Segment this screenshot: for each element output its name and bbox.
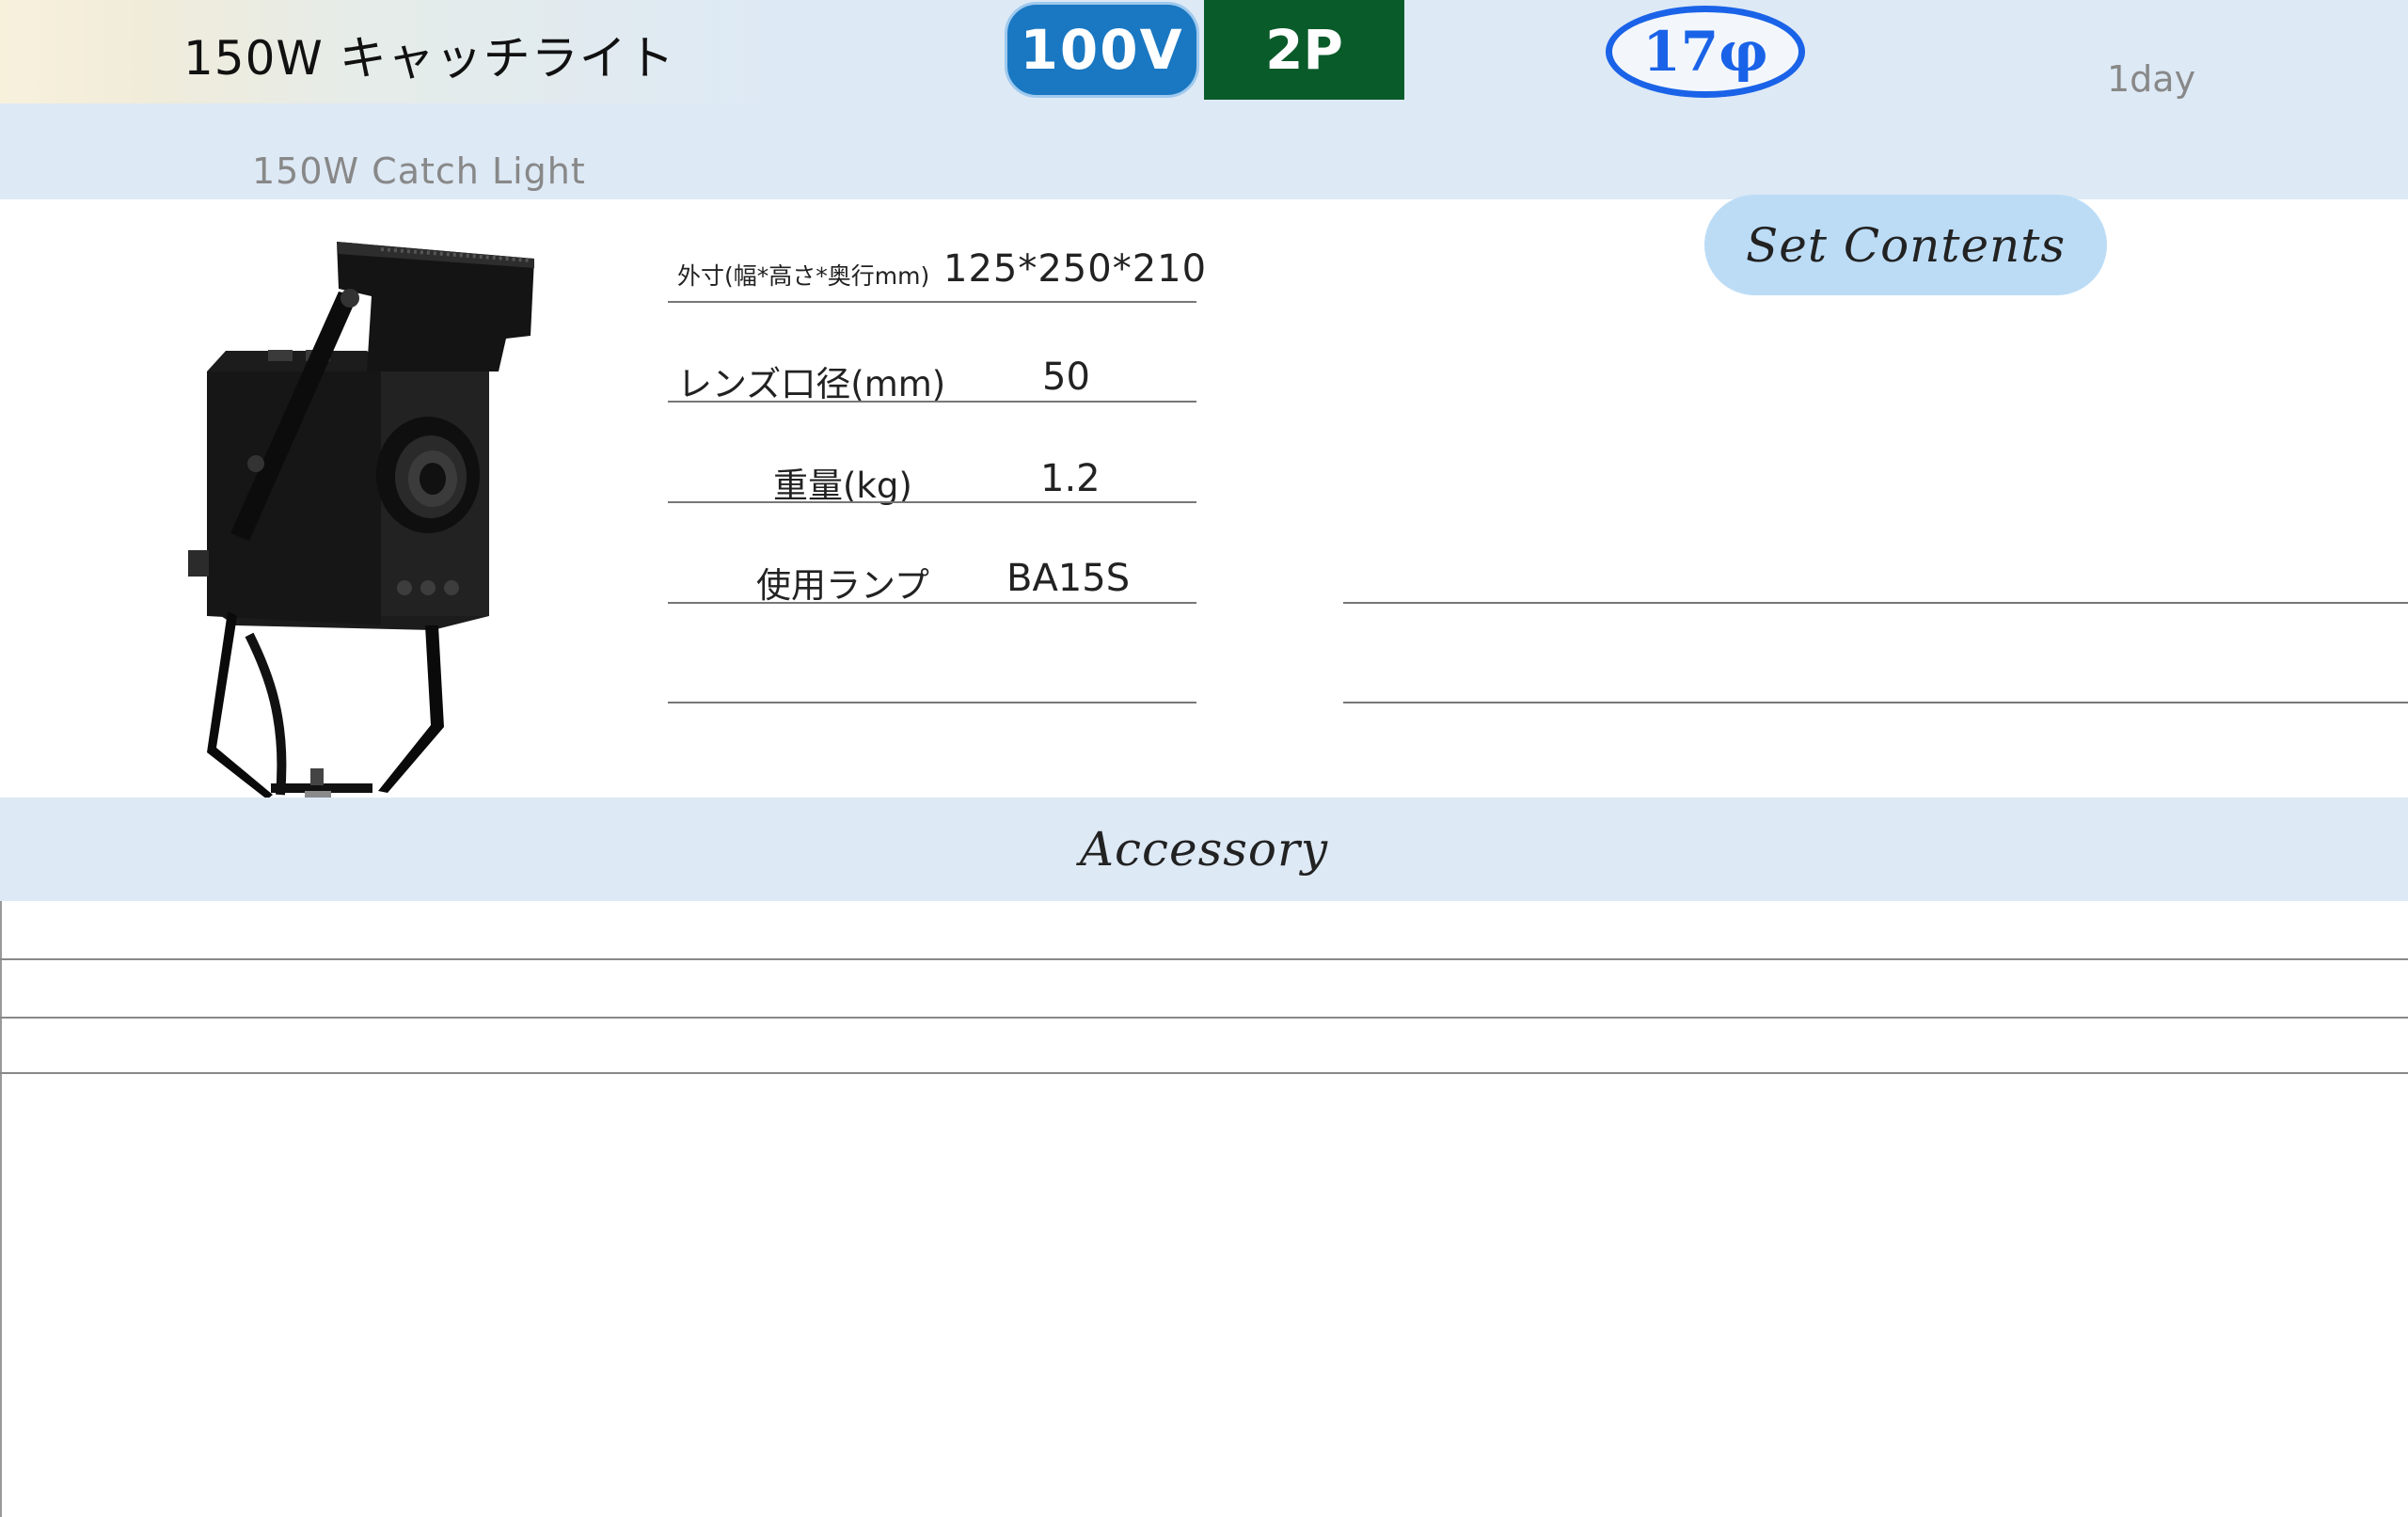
- product-title-en: 150W Catch Light: [252, 150, 586, 192]
- set-contents-heading: Set Contents: [1704, 195, 2107, 295]
- diameter-badge: 17φ: [1606, 6, 1805, 98]
- dimensions-label: 外寸(幅*高さ*奥行mm): [677, 262, 930, 290]
- dimensions-value: 125*250*210: [943, 247, 1208, 291]
- catch-light-product-image: [188, 242, 534, 799]
- spec-divider: [668, 602, 1196, 604]
- lens-diameter-label: レンズ口径(mm): [677, 364, 946, 404]
- accessory-row-divider: [0, 1072, 2408, 1074]
- voltage-badge-label: 100V: [1020, 18, 1184, 82]
- spec-divider: [668, 501, 1196, 503]
- plug-badge: 2P: [1204, 0, 1404, 100]
- accessory-heading: Accessory: [1079, 822, 1329, 877]
- weight-value: 1.2: [1040, 457, 1101, 500]
- spec-divider: [668, 401, 1196, 403]
- product-title-jp: 150W キャッチライト: [183, 31, 675, 86]
- lamp-label: 使用ランプ: [756, 565, 929, 606]
- accessory-row-divider: [0, 1017, 2408, 1019]
- set-contents-divider: [1343, 602, 2408, 604]
- plug-badge-label: 2P: [1265, 18, 1343, 82]
- set-contents-divider: [1343, 702, 2408, 703]
- weight-label: 重量(kg): [773, 466, 912, 506]
- spec-divider: [668, 702, 1196, 703]
- lamp-value: BA15S: [1006, 557, 1131, 600]
- set-contents-label: Set Contents: [1745, 217, 2067, 273]
- rental-period: 1day: [2107, 58, 2196, 100]
- accessory-left-border: [0, 901, 2, 1517]
- voltage-badge: 100V: [1005, 2, 1199, 98]
- diameter-badge-label: 17φ: [1642, 20, 1768, 84]
- accessory-row-divider: [0, 958, 2408, 960]
- lens-diameter-value: 50: [1042, 356, 1090, 399]
- spec-divider: [668, 301, 1196, 303]
